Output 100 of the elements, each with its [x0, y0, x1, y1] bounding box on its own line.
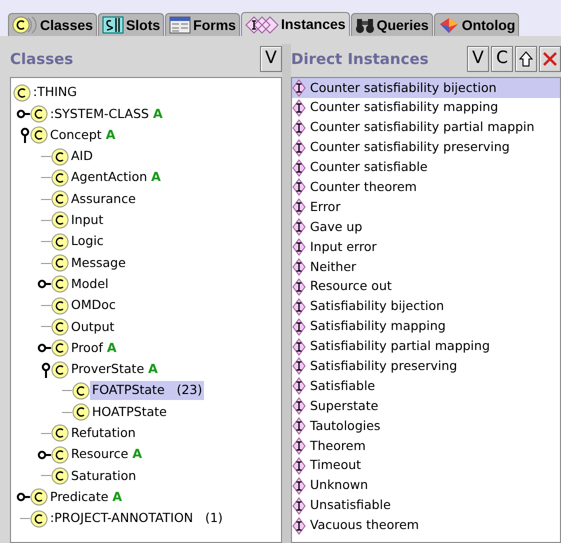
instance-item[interactable]: Satisfiable [292, 376, 560, 396]
instance-item[interactable]: Tautologies [292, 416, 560, 436]
toolbar-button[interactable]: C [491, 46, 513, 72]
expanded-handle-icon[interactable] [41, 362, 51, 378]
instance-item[interactable]: Vacuous theorem [292, 516, 560, 536]
class-icon [51, 190, 69, 208]
instance-item[interactable]: Timeout [292, 456, 560, 476]
instance-item[interactable]: Satisfiability mapping [292, 316, 560, 337]
toolbar-button[interactable]: V [260, 46, 282, 72]
class-icon [30, 510, 48, 528]
instance-item[interactable]: Theorem [292, 436, 560, 456]
instances-icon [244, 16, 279, 34]
tree-item[interactable]: Saturation [69, 466, 138, 486]
class-icon [72, 382, 90, 400]
class-icon [51, 296, 69, 315]
class-icon [51, 148, 69, 166]
tree-item[interactable]: HOATPState [90, 402, 169, 422]
tree-item[interactable]: Proof [69, 338, 105, 358]
ontology-icon [438, 16, 460, 34]
instance-item[interactable]: Satisfiability bijection [292, 296, 560, 317]
instance-item[interactable]: Neither [292, 257, 560, 277]
class-icon [51, 211, 69, 230]
class-icon [51, 318, 69, 336]
tree-item[interactable]: :SYSTEM-CLASS [48, 104, 151, 124]
splitter-handle[interactable] [282, 44, 291, 543]
classes-icon [12, 16, 38, 34]
instance-item[interactable]: Unsatisfiable [292, 496, 560, 516]
instance-item[interactable]: Gave up [292, 217, 560, 238]
tab[interactable]: Slots [98, 13, 164, 36]
tree-item[interactable]: Resource [69, 445, 130, 464]
tab[interactable]: Queries [350, 13, 433, 36]
tree-item[interactable]: Predicate [48, 488, 110, 507]
expanded-handle-icon[interactable] [20, 127, 30, 144]
slots-icon [102, 16, 124, 34]
collapsed-handle-icon[interactable] [37, 279, 51, 290]
panel-title: Direct Instances [291, 48, 430, 70]
collapsed-handle-icon[interactable] [37, 343, 51, 354]
class-icon [51, 168, 69, 187]
tree-item[interactable]: AID [69, 147, 95, 166]
close-icon [542, 51, 558, 67]
instance-item[interactable]: Counter satisfiability preserving [292, 138, 560, 158]
tree-item[interactable]: Refutation [69, 424, 138, 443]
abstract-marker: A [112, 488, 122, 506]
abstract-marker: A [106, 338, 117, 357]
collapsed-handle-icon[interactable] [16, 492, 30, 502]
class-icon [72, 403, 90, 422]
tree-item[interactable]: Input [69, 211, 106, 230]
instance-item[interactable]: Counter satisfiability bijection [292, 78, 560, 98]
class-icon [13, 84, 31, 102]
tree-item[interactable]: Message [69, 254, 128, 272]
class-icon [51, 339, 69, 358]
instance-item[interactable]: Input error [292, 237, 560, 258]
instance-item[interactable]: Resource out [292, 276, 560, 297]
tree-item[interactable]: FOATPState (23) [90, 381, 204, 400]
tree-item[interactable]: Concept [48, 126, 104, 145]
tree-item[interactable]: OMDoc [69, 296, 118, 315]
up-arrow-button[interactable] [515, 46, 537, 72]
collapsed-handle-icon[interactable] [16, 108, 30, 119]
tab[interactable]: Instances [240, 12, 350, 36]
instance-item[interactable]: Error [292, 197, 560, 218]
abstract-marker: A [132, 445, 142, 464]
class-icon [51, 360, 69, 378]
tree-item[interactable]: Output [69, 318, 116, 336]
class-icon [51, 232, 69, 251]
instance-item[interactable]: Satisfiability preserving [292, 356, 560, 376]
instance-item[interactable]: Satisfiability partial mapping [292, 336, 560, 356]
abstract-marker: A [151, 168, 161, 186]
tree-item[interactable]: Assurance [69, 190, 138, 208]
class-icon [30, 104, 48, 123]
abstract-marker: A [106, 126, 116, 144]
class-icon [51, 424, 69, 442]
instance-item[interactable]: Counter satisfiable [292, 158, 560, 178]
abstract-marker: A [152, 104, 163, 123]
up-arrow-icon [519, 51, 533, 67]
abstract-marker: A [148, 360, 158, 378]
class-icon [51, 466, 69, 485]
class-icon [30, 126, 48, 144]
tab[interactable]: Classes [8, 13, 97, 36]
class-icon [51, 254, 69, 272]
collapsed-handle-icon[interactable] [37, 450, 51, 460]
class-icon [51, 446, 69, 464]
tree-item[interactable]: Logic [69, 232, 106, 252]
tree-item[interactable]: :THING [31, 83, 79, 102]
instance-item[interactable]: Counter satisfiability mapping [292, 98, 560, 118]
tree-item[interactable]: ProverState [69, 360, 146, 379]
toolbar-button[interactable]: V [467, 46, 489, 72]
instance-item[interactable]: Superstate [292, 396, 560, 416]
delete-button[interactable] [539, 46, 561, 72]
tree-item[interactable]: Model [69, 274, 111, 294]
instance-item[interactable]: Counter satisfiability partial mappin [292, 118, 560, 138]
panel-title: Classes [10, 48, 74, 70]
tree-item[interactable]: AgentAction [69, 168, 150, 188]
tab[interactable]: Ontolog [434, 13, 520, 36]
instance-item[interactable]: Counter theorem [292, 177, 560, 198]
binoculars-icon [354, 16, 375, 34]
tree-item[interactable]: :PROJECT-ANNOTATION (1) [48, 509, 225, 528]
forms-icon [169, 16, 192, 34]
class-icon [51, 275, 69, 294]
tab[interactable]: Forms [165, 13, 240, 36]
instance-item[interactable]: Unknown [292, 476, 560, 496]
